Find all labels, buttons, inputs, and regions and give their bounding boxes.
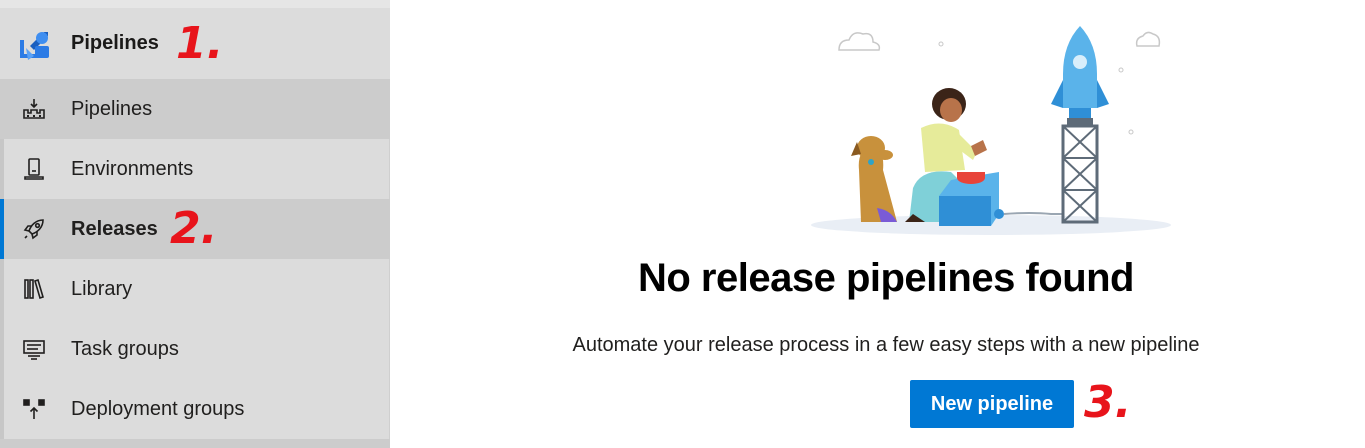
sidebar-item-deployment-groups[interactable]: Deployment groups — [0, 379, 390, 439]
library-icon — [22, 277, 46, 301]
sidebar-bottom-band — [0, 439, 390, 448]
main-content: No release pipelines found Automate your… — [391, 0, 1365, 448]
sidebar-item-label: Library — [71, 278, 133, 300]
sidebar-item-label: Task groups — [71, 338, 179, 360]
annotation-step-2: 2. — [170, 203, 218, 254]
sidebar-item-task-groups[interactable]: Task groups — [0, 319, 390, 379]
new-pipeline-button[interactable]: New pipeline — [910, 380, 1074, 428]
sidebar-item-environments[interactable]: Environments — [0, 139, 390, 199]
sidebar-item-library[interactable]: Library — [0, 259, 390, 319]
task-groups-icon — [22, 337, 46, 361]
empty-state-illustration — [811, 26, 1171, 235]
empty-state-subtitle: Automate your release process in a few e… — [572, 334, 1200, 356]
empty-state-title: No release pipelines found — [637, 256, 1135, 300]
pipelines-logo-icon — [16, 26, 52, 62]
cloud-icon — [838, 31, 1161, 51]
deployment-groups-icon — [22, 397, 46, 421]
dog-illustration — [851, 136, 897, 222]
hub-title: Pipelines — [71, 32, 159, 54]
sidebar-item-label: Environments — [71, 158, 194, 180]
pipelines-icon — [22, 97, 46, 121]
sidebar-item-label: Pipelines — [71, 98, 153, 120]
sidebar-item-label: Releases — [71, 218, 158, 240]
sidebar-top-strip — [0, 0, 390, 8]
rocket-tower-illustration — [1051, 26, 1109, 224]
sidebar-item-pipelines[interactable]: Pipelines — [0, 79, 390, 139]
selected-indicator — [0, 199, 4, 259]
sidebar-item-label: Deployment groups — [71, 398, 245, 420]
environments-icon — [22, 157, 46, 181]
rocket-icon — [22, 217, 46, 241]
annotation-step-1: 1. — [176, 18, 224, 69]
